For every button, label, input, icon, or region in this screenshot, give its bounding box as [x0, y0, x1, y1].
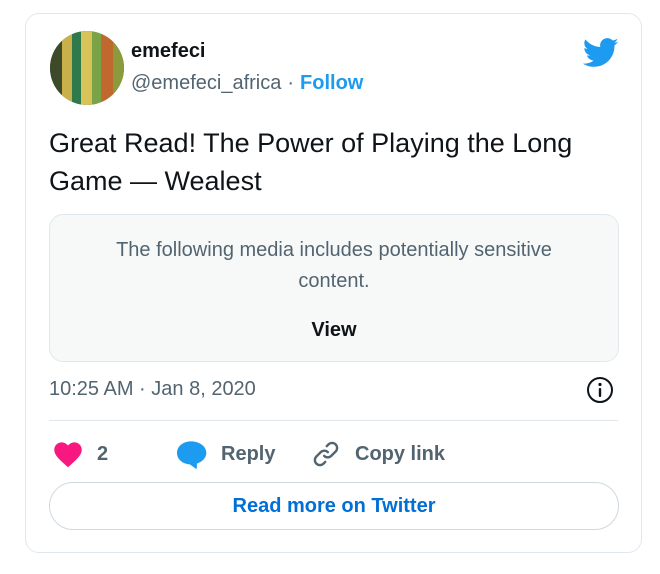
tweet-text: Great Read! The Power of Playing the Lon… [49, 128, 573, 196]
author-name[interactable]: emefeci [131, 40, 206, 63]
follow-link[interactable]: Follow [300, 72, 363, 94]
author-handle[interactable]: @emefeci_africa [131, 72, 281, 94]
heart-icon [54, 442, 82, 468]
reply-label: Reply [221, 442, 276, 465]
copy-link-label: Copy link [355, 442, 446, 465]
divider [49, 420, 618, 421]
view-media-button[interactable]: View [50, 319, 618, 342]
like-button[interactable]: 2 [53, 434, 108, 474]
author-handle-row: @emefeci_africa · Follow [131, 72, 363, 95]
sensitive-media-message: The following media includes potentially… [116, 239, 552, 292]
tweet-card: emefeci @emefeci_africa · Follow Great Rea… [25, 13, 642, 553]
separator-dot: · [287, 72, 295, 94]
read-more-button[interactable]: Read more on Twitter [49, 482, 619, 530]
sensitive-media-warning: The following media includes potentially… [49, 214, 619, 362]
tweet-timestamp[interactable]: 10:25 AM · Jan 8, 2020 [49, 378, 256, 401]
reply-button[interactable]: Reply [175, 434, 275, 474]
avatar[interactable] [50, 31, 124, 105]
info-icon[interactable] [585, 375, 615, 405]
action-bar: 2 Reply Copy link [49, 434, 619, 474]
copy-link-button[interactable]: Copy link [311, 434, 445, 474]
twitter-bird-icon[interactable] [583, 38, 619, 68]
reply-bubble-icon [177, 441, 207, 469]
like-count: 2 [97, 442, 109, 465]
link-icon [313, 441, 339, 467]
